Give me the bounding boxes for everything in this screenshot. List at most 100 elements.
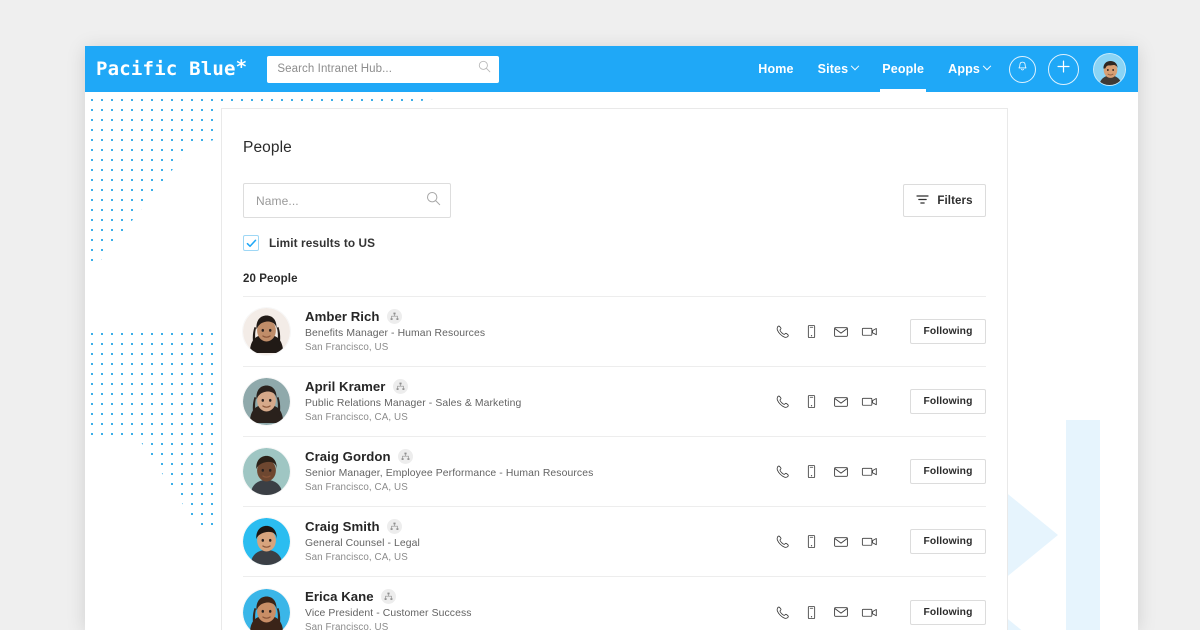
dot-pattern-bottom-left: [85, 326, 220, 526]
follow-button[interactable]: Following: [910, 599, 986, 625]
person-row-april-kramer[interactable]: April Kramer Public Relations Manager - …: [243, 367, 986, 437]
avatar[interactable]: [243, 308, 290, 355]
email-icon[interactable]: [826, 389, 855, 415]
person-location: San Francisco, CA, US: [305, 551, 408, 563]
org-chart-icon[interactable]: [386, 518, 402, 534]
person-name[interactable]: April Kramer: [305, 379, 386, 394]
email-icon[interactable]: [826, 319, 855, 345]
person-name[interactable]: Craig Gordon: [305, 449, 391, 464]
filters-button-label: Filters: [937, 194, 973, 207]
filters-button[interactable]: Filters: [903, 184, 986, 217]
check-icon: [246, 239, 256, 247]
video-call-icon[interactable]: [855, 459, 884, 485]
nav-item-apps[interactable]: Apps: [936, 46, 1002, 92]
app-logo-asterisk: *: [235, 56, 248, 78]
call-icon[interactable]: [768, 389, 797, 415]
avatar[interactable]: [243, 588, 290, 630]
global-search-input[interactable]: Search Intranet Hub...: [267, 55, 500, 83]
call-icon[interactable]: [768, 529, 797, 555]
video-call-icon[interactable]: [855, 389, 884, 415]
person-info: Craig Smith General Counsel - Legal San …: [305, 518, 768, 564]
call-icon[interactable]: [768, 459, 797, 485]
nav-item-home[interactable]: Home: [746, 46, 805, 92]
person-actions: Following: [768, 389, 986, 415]
person-name-row: Erica Kane: [305, 589, 768, 605]
follow-button[interactable]: Following: [910, 459, 986, 484]
person-row-craig-gordon[interactable]: Craig Gordon Senior Manager, Employee Pe…: [243, 437, 986, 507]
page-title: People: [243, 139, 292, 156]
mobile-icon[interactable]: [797, 599, 826, 625]
nav-item-sites-label: Sites: [817, 62, 849, 76]
call-icon[interactable]: [768, 319, 797, 345]
video-call-icon[interactable]: [855, 319, 884, 345]
person-row-craig-smith[interactable]: Craig Smith General Counsel - Legal San …: [243, 507, 986, 577]
person-photo: [243, 518, 290, 565]
follow-button[interactable]: Following: [910, 319, 986, 344]
email-icon[interactable]: [826, 599, 855, 625]
email-icon[interactable]: [826, 459, 855, 485]
app-logo[interactable]: Pacific Blue*: [96, 56, 247, 80]
mobile-icon[interactable]: [797, 529, 826, 555]
avatar[interactable]: [243, 518, 290, 565]
person-info: Amber Rich Benefits Manager - Human Reso…: [305, 308, 768, 354]
filter-icon: [916, 194, 929, 208]
nav-item-home-label: Home: [758, 62, 794, 76]
org-chart-icon[interactable]: [397, 448, 413, 464]
person-name[interactable]: Craig Smith: [305, 519, 380, 534]
mobile-icon[interactable]: [797, 459, 826, 485]
person-name[interactable]: Erica Kane: [305, 589, 374, 604]
notifications-button[interactable]: [1009, 55, 1036, 83]
limit-results-checkbox[interactable]: [243, 235, 259, 251]
search-icon: [426, 191, 441, 211]
avatar[interactable]: [243, 448, 290, 495]
avatar[interactable]: [243, 378, 290, 425]
create-button[interactable]: [1048, 53, 1079, 85]
chevron-down-icon: [982, 61, 992, 71]
person-job-title: Senior Manager, Employee Performance - H…: [305, 467, 594, 479]
person-location: San Francisco, CA, US: [305, 481, 408, 493]
avatar[interactable]: [1093, 52, 1126, 86]
mobile-icon[interactable]: [797, 319, 826, 345]
person-job-title: Vice President - Customer Success: [305, 608, 472, 620]
name-search-input[interactable]: Name...: [243, 183, 451, 218]
org-chart-icon[interactable]: [386, 308, 402, 324]
main-nav: Home Sites People Apps: [746, 46, 1138, 92]
plus-icon: [1056, 59, 1071, 79]
bell-icon: [1016, 60, 1029, 78]
top-navigation-bar: Pacific Blue* Search Intranet Hub... Hom…: [85, 46, 1138, 92]
search-icon: [478, 60, 491, 78]
person-photo: [243, 308, 290, 355]
person-actions: Following: [768, 599, 986, 625]
dot-pattern-bottom-left-upper: [85, 326, 220, 436]
person-job-title: Benefits Manager - Human Resources: [305, 327, 486, 339]
org-chart-icon[interactable]: [392, 378, 408, 394]
person-name-row: Amber Rich: [305, 308, 768, 324]
filter-toolbar: Name... Limit results to US Filters: [243, 183, 986, 251]
video-call-icon[interactable]: [855, 599, 884, 625]
person-photo: [243, 588, 290, 630]
person-name-row: April Kramer: [305, 378, 768, 394]
call-icon[interactable]: [768, 599, 797, 625]
follow-button[interactable]: Following: [910, 389, 986, 414]
person-job-title: General Counsel - Legal: [305, 537, 420, 549]
person-row-erica-kane[interactable]: Erica Kane Vice President - Customer Suc…: [243, 577, 986, 630]
person-name[interactable]: Amber Rich: [305, 309, 380, 324]
video-call-icon[interactable]: [855, 529, 884, 555]
person-job-title: Public Relations Manager - Sales & Marke…: [305, 397, 522, 409]
nav-item-people[interactable]: People: [870, 46, 936, 92]
person-photo: [243, 378, 290, 425]
result-count: 20 People: [243, 273, 986, 297]
org-chart-icon[interactable]: [380, 589, 396, 605]
name-search-placeholder: Name...: [256, 193, 299, 208]
people-list: Amber Rich Benefits Manager - Human Reso…: [243, 297, 986, 630]
mobile-icon[interactable]: [797, 389, 826, 415]
person-info: Erica Kane Vice President - Customer Suc…: [305, 589, 768, 630]
follow-button[interactable]: Following: [910, 529, 986, 554]
nav-item-sites[interactable]: Sites: [806, 46, 871, 92]
person-location: San Francisco, US: [305, 622, 389, 630]
screenshot-stage: Pacific Blue* Search Intranet Hub... Hom…: [0, 0, 1200, 630]
limit-results-row[interactable]: Limit results to US: [243, 235, 451, 251]
email-icon[interactable]: [826, 529, 855, 555]
person-row-amber-rich[interactable]: Amber Rich Benefits Manager - Human Reso…: [243, 297, 986, 367]
person-name-row: Craig Smith: [305, 518, 768, 534]
